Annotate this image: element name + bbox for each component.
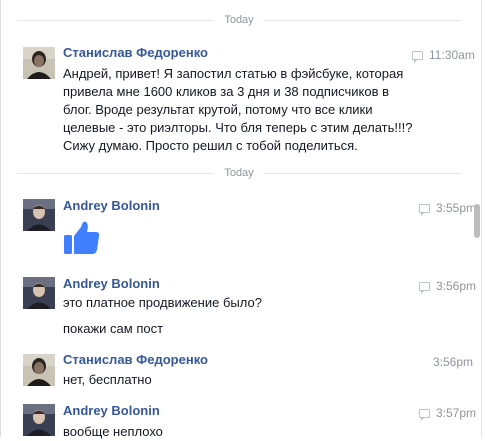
- message-time-label: 11:30am: [429, 48, 475, 62]
- message-time: 3:56pm: [433, 355, 474, 369]
- chat-source-icon: [412, 51, 423, 63]
- sender-name[interactable]: Andrey Bolonin: [63, 276, 160, 292]
- chat-panel: Today Станислав Федоренко 11:30am Андрей…: [0, 0, 482, 439]
- sender-name[interactable]: Andrey Bolonin: [63, 403, 160, 419]
- message-time: 11:30am: [412, 48, 475, 63]
- sender-name[interactable]: Andrey Bolonin: [63, 198, 160, 214]
- message-text: вообще неплохо: [63, 424, 163, 439]
- chat-source-icon: [419, 282, 430, 294]
- message-time: 3:56pm: [419, 279, 477, 294]
- date-divider: Today: [17, 167, 461, 179]
- scrollbar-thumb[interactable]: [474, 204, 480, 238]
- avatar[interactable]: [23, 47, 55, 79]
- avatar[interactable]: [23, 277, 55, 309]
- chat-source-icon: [419, 204, 430, 216]
- avatar[interactable]: [23, 354, 55, 386]
- chat-source-icon: [419, 409, 430, 421]
- message-time-label: 3:57pm: [436, 406, 477, 420]
- avatar[interactable]: [23, 199, 55, 231]
- message-time: 3:57pm: [419, 406, 477, 421]
- date-divider-label: Today: [214, 14, 264, 26]
- date-divider: Today: [17, 14, 461, 26]
- message-time-label: 3:55pm: [436, 201, 477, 215]
- sender-name[interactable]: Станислав Федоренко: [63, 352, 208, 368]
- message-text: нет, бесплатно: [63, 372, 152, 387]
- sender-name[interactable]: Станислав Федоренко: [63, 45, 208, 61]
- message-time-label: 3:56pm: [436, 279, 477, 293]
- message-time: 3:55pm: [419, 201, 477, 216]
- message-text: это платное продвижение было?: [63, 295, 262, 310]
- avatar[interactable]: [23, 404, 55, 436]
- thumbs-up-icon: [64, 221, 100, 254]
- message-text: покажи сам пост: [63, 321, 164, 336]
- date-divider-label: Today: [214, 167, 264, 179]
- message-text: Андрей, привет! Я запостил статью в фэйс…: [63, 66, 413, 153]
